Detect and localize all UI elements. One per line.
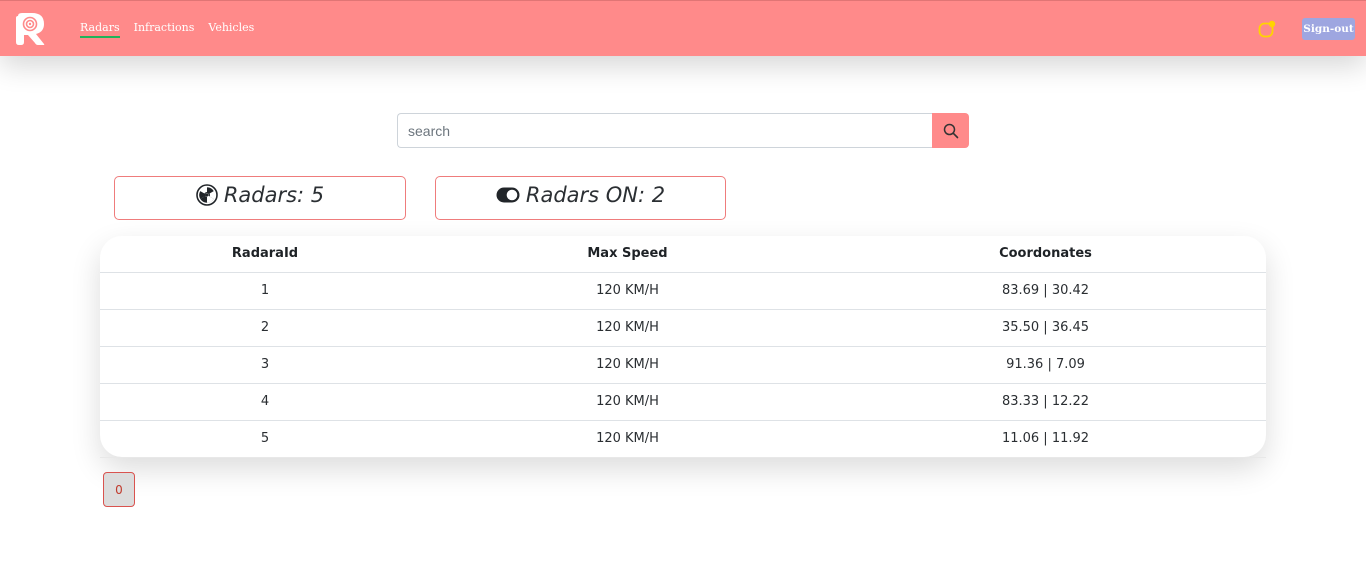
radars-table: RadaraId Max Speed Coordonates 1 120 KM/… [100,236,1266,457]
radars-count-card: Radars: 5 [114,176,406,220]
search-button[interactable] [932,113,969,148]
search-icon [943,123,958,138]
radars-on-label: Radars ON: 2 [525,183,666,207]
radars-on-card: Radars ON: 2 [435,176,726,220]
cell-radar-id: 5 [260,431,270,447]
cell-radar-id: 4 [100,383,430,421]
cell-radar-id: 2 [100,309,430,347]
cell-max-speed: 120 KM/H [430,309,825,347]
table-row[interactable]: 3 120 KM/H 91.36 | 7.09 [100,346,1266,384]
nav-link-infractions[interactable]: Infractions [134,21,195,37]
column-header-coordinates[interactable]: Coordonates [825,236,1266,273]
cell-coordinates: 35.50 | 36.45 [825,309,1266,347]
table-header-row: RadaraId Max Speed Coordonates [100,236,1266,273]
cell-coordinates: 11.06 | 11.92 [1001,431,1090,447]
nav-link-radars[interactable]: Radars [80,21,120,38]
search-bar [397,113,969,148]
table-row[interactable]: 4 120 KM/H 83.33 | 12.22 [100,383,1266,421]
search-input[interactable] [397,113,932,148]
cell-max-speed: 120 KM/H [430,383,825,421]
radars-count-label: Radars: 5 [223,183,325,207]
radar-logo-icon[interactable] [14,12,46,46]
cell-coordinates: 83.69 | 30.42 [825,272,1266,310]
table-row[interactable]: 5 120 KM/H 11.06 | 11.92 [100,420,1266,457]
nav-link-vehicles[interactable]: Vehicles [208,21,254,37]
cell-max-speed: 120 KM/H [430,346,825,384]
cell-radar-id: 1 [100,272,430,310]
bell-notification-icon[interactable] [1258,20,1276,38]
table-row[interactable]: 2 120 KM/H 35.50 | 36.45 [100,309,1266,347]
radiation-icon [196,184,218,206]
cell-max-speed: 120 KM/H [596,431,659,447]
cell-radar-id: 3 [100,346,430,384]
toggle-on-icon [496,187,520,203]
column-header-max-speed[interactable]: Max Speed [430,236,825,273]
table-divider [100,457,1266,458]
cell-max-speed: 120 KM/H [430,272,825,310]
cell-coordinates: 91.36 | 7.09 [825,346,1266,384]
pagination-page-button[interactable]: 0 [103,472,135,507]
cell-coordinates: 83.33 | 12.22 [825,383,1266,421]
top-navbar: Radars Infractions Vehicles Sign-out [0,0,1366,56]
sign-out-button[interactable]: Sign-out [1302,18,1355,40]
nav-links: Radars Infractions Vehicles [80,21,254,38]
table-row[interactable]: 1 120 KM/H 83.69 | 30.42 [100,272,1266,310]
column-header-radar-id[interactable]: RadaraId [100,236,430,273]
